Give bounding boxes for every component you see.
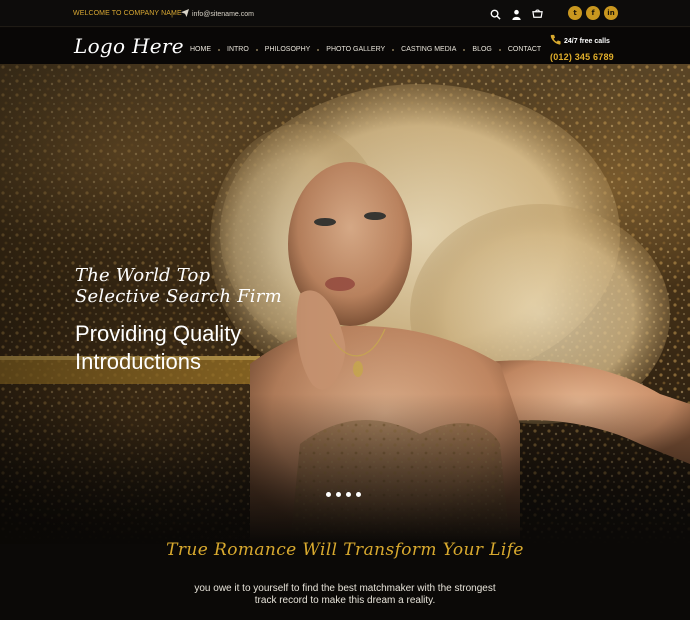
- hero-heading-line1: Providing Quality: [75, 321, 242, 346]
- nav-separator: [218, 48, 220, 51]
- facebook-icon[interactable]: f: [586, 6, 600, 20]
- call-info: 24/7 free calls (012) 345 6789: [550, 32, 620, 62]
- intro-title: True Romance Will Transform Your Life: [166, 540, 524, 560]
- nav-separator: [317, 48, 320, 51]
- nav-separator: [255, 48, 258, 51]
- top-separator: |: [171, 9, 174, 18]
- phone-number[interactable]: (012) 345 6789: [550, 52, 620, 62]
- nav-photo-gallery[interactable]: PHOTO GALLERY: [326, 46, 385, 53]
- intro-text: you owe it to yourself to find the best …: [170, 583, 520, 607]
- email-text: info@sitename.com: [192, 10, 254, 18]
- cart-icon[interactable]: [532, 7, 543, 18]
- hero-script-line1: The World Top: [75, 265, 211, 286]
- hero-script-line2: Selective Search Firm: [75, 286, 282, 307]
- top-bar: WELCOME TO COMPANY NAME | info@sitename.…: [0, 0, 690, 27]
- hero-heading-line2: Introductions: [75, 349, 201, 374]
- twitter-icon[interactable]: t: [568, 6, 582, 20]
- email-link[interactable]: info@sitename.com: [181, 9, 254, 19]
- nav-casting-media[interactable]: CASTING MEDIA: [401, 46, 456, 53]
- intro-text-line1: you owe it to yourself to find the best …: [194, 583, 496, 594]
- nav-contact[interactable]: CONTACT: [508, 46, 541, 53]
- search-icon[interactable]: [490, 7, 501, 20]
- hero-script-heading: The World Top Selective Search Firm: [75, 265, 282, 307]
- intro-text-line2: track record to make this dream a realit…: [254, 595, 436, 606]
- nav-home[interactable]: HOME: [190, 46, 211, 53]
- user-icon[interactable]: [511, 7, 522, 20]
- intro-section: True Romance Will Transform Your Life yo…: [0, 530, 690, 620]
- nav-separator: [498, 48, 501, 51]
- hero-heading: Providing Quality Introductions: [75, 320, 241, 376]
- welcome-text: WELCOME TO COMPANY NAME: [73, 10, 182, 17]
- paper-plane-icon: [181, 9, 189, 19]
- nav-intro[interactable]: INTRO: [227, 46, 249, 53]
- calls-label: 24/7 free calls: [564, 37, 610, 45]
- linkedin-icon[interactable]: in: [604, 6, 618, 20]
- slider-dots: [326, 492, 361, 497]
- slide-dot[interactable]: [346, 492, 351, 497]
- nav-separator: [392, 48, 395, 51]
- slide-dot[interactable]: [336, 492, 341, 497]
- nav-separator: [463, 48, 466, 51]
- nav-blog[interactable]: BLOG: [472, 46, 491, 53]
- nav-philosophy[interactable]: PHILOSOPHY: [265, 46, 311, 53]
- main-nav: HOME INTRO PHILOSOPHY PHOTO GALLERY CAST…: [190, 46, 541, 53]
- slide-dot[interactable]: [356, 492, 361, 497]
- site-logo[interactable]: Logo Here: [74, 34, 184, 58]
- slide-dot[interactable]: [326, 492, 331, 497]
- phone-icon: [550, 32, 561, 50]
- hero-slider[interactable]: The World Top Selective Search Firm Prov…: [0, 64, 690, 544]
